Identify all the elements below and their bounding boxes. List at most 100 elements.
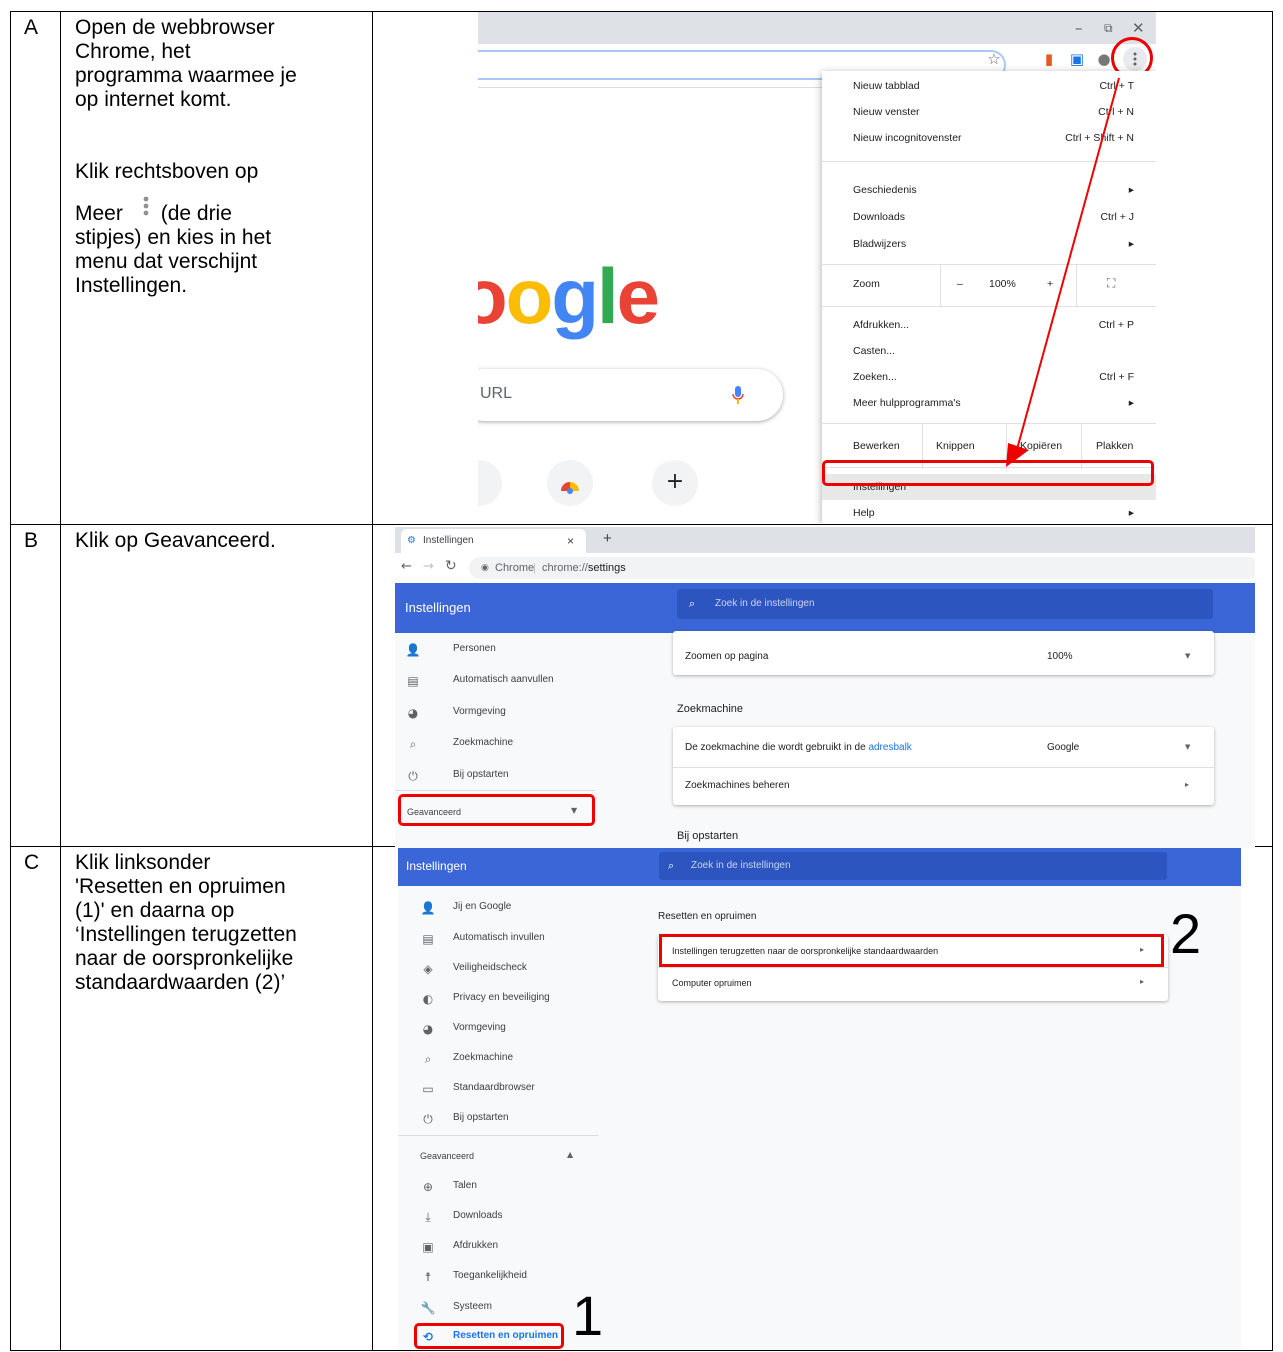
printer-icon: ▣ <box>422 1240 434 1254</box>
sidebar-advanced-toggle[interactable]: Geavanceerd ▲ <box>420 1150 580 1170</box>
sidebar-label: Zoekmachine <box>453 737 514 748</box>
sidebar-divider <box>398 1135 598 1136</box>
instr-line: op internet komt. <box>75 88 232 111</box>
sidebar-label: Bij opstarten <box>453 1112 509 1123</box>
advanced-highlight-box <box>398 794 595 826</box>
instr-line: Chrome, het <box>75 40 191 63</box>
close-tab-icon[interactable]: × <box>567 529 574 553</box>
instr-line: Klik op Geavanceerd. <box>75 529 276 552</box>
sidebar-label: Toegankelijkheid <box>453 1270 527 1281</box>
sidebar-item-search-engine[interactable]: ⌕ Zoekmachine <box>420 1052 620 1072</box>
sidebar-item-safety-check[interactable]: ◈ Veiligheidscheck <box>420 962 620 982</box>
page-title: Instellingen <box>406 859 467 873</box>
chrome-settings-screenshot-c: Instellingen ⌕ Zoek in de instellingen 👤… <box>398 848 1241 1350</box>
arrow-annotation-icon <box>1006 77 1120 467</box>
forward-icon[interactable]: → <box>423 559 434 574</box>
table-border-right <box>1272 11 1273 1351</box>
sidebar-label: Bij opstarten <box>453 769 509 780</box>
sidebar-item-autofill[interactable]: ▤ Automatisch invullen <box>420 932 620 952</box>
settings-header: Instellingen ⌕ Zoek in de instellingen <box>395 583 1255 633</box>
sidebar-item-search-engine[interactable]: ⌕ Zoekmachine <box>405 737 605 757</box>
sidebar-item-personen[interactable]: 👤 Personen <box>405 643 605 663</box>
step-letter-c: C <box>24 851 40 874</box>
more-vert-icon <box>143 196 149 216</box>
reset-nav-highlight-box <box>414 1323 564 1349</box>
sidebar-label: Systeem <box>453 1301 492 1312</box>
address-field[interactable]: ◉ Chrome | chrome://settings <box>469 557 1255 579</box>
sidebar-item-privacy[interactable]: ◐ Privacy en beveiliging <box>420 992 620 1012</box>
settings-search-input[interactable]: ⌕ Zoek in de instellingen <box>677 589 1213 619</box>
instr-line: Open de webbrowser <box>75 16 275 39</box>
sidebar-item-startup[interactable]: ⏻ Bij opstarten <box>420 1112 620 1132</box>
sidebar-label: Geavanceerd <box>420 1151 475 1161</box>
step-letter-a: A <box>24 16 39 39</box>
instr-text: Meer <box>75 202 123 225</box>
zoom-select-value[interactable]: 100% <box>1047 651 1073 662</box>
section-title-startup: Bij opstarten <box>677 830 739 842</box>
chevron-right-icon[interactable]: ▸ <box>1185 780 1189 789</box>
sidebar-label: Downloads <box>453 1210 503 1221</box>
engine-select-value[interactable]: Google <box>1047 742 1079 753</box>
instr-line: stipjes) en kies in het <box>75 226 272 249</box>
sidebar-item-appearance[interactable]: ◕ Vormgeving <box>405 706 605 726</box>
step-b-instruction: Klik op Geavanceerd. <box>75 529 365 553</box>
chevron-up-icon: ▲ <box>567 1150 574 1159</box>
table-border-col1 <box>60 11 61 1351</box>
table-border-left <box>10 11 11 1351</box>
search-icon: ⌕ <box>424 1052 432 1066</box>
dropdown-arrow-icon[interactable]: ▼ <box>1185 743 1190 751</box>
gear-icon: ⚙ <box>407 535 416 546</box>
wrench-icon: 🔧 <box>420 1301 436 1315</box>
back-icon[interactable]: ← <box>401 559 412 574</box>
instr-line: Instellingen. <box>75 274 188 297</box>
sidebar-item-printing[interactable]: ▣ Afdrukken <box>420 1240 620 1260</box>
globe-icon: ⊕ <box>422 1180 434 1194</box>
chrome-menu-screenshot: – ⧉ ✕ ☆ ▮ ▣ ● oogle URL + Nieuw tabblad C… <box>478 12 1156 523</box>
sidebar-label: Standaardbrowser <box>453 1082 535 1093</box>
instr-line: menu dat verschijnt <box>75 250 258 273</box>
instr-line: 'Resetten en opruimen <box>75 875 286 898</box>
new-tab-button[interactable]: + <box>603 530 612 547</box>
sidebar-item-startup[interactable]: ⏻ Bij opstarten <box>405 769 605 789</box>
reload-icon[interactable]: ↻ <box>445 558 457 574</box>
step-a-instruction: Open de webbrowser Chrome, het programma… <box>75 16 365 298</box>
dropdown-arrow-icon[interactable]: ▼ <box>1185 652 1190 660</box>
person-icon: 👤 <box>405 643 421 657</box>
url-prefix: chrome:// <box>542 562 588 574</box>
sidebar-item-downloads[interactable]: ⤓ Downloads <box>420 1210 620 1230</box>
instr-line: naar de oorspronkelijke <box>75 947 294 970</box>
sidebar-item-autofill[interactable]: ▤ Automatisch aanvullen <box>405 674 605 694</box>
shield-check-icon: ◈ <box>423 962 433 976</box>
instr-line: programma waarmee je <box>75 64 297 87</box>
instr-line: ‘Instellingen terugzetten <box>75 923 297 946</box>
sidebar-label: Zoekmachine <box>453 1052 514 1063</box>
sidebar-item-you-and-google[interactable]: 👤 Jij en Google <box>420 901 620 921</box>
palette-icon: ◕ <box>407 706 419 720</box>
download-icon: ⤓ <box>425 1210 431 1224</box>
sidebar-divider <box>395 790 595 791</box>
sidebar-item-default-browser[interactable]: ▭ Standaardbrowser <box>420 1082 620 1102</box>
manage-search-engines-link[interactable]: Zoekmachines beheren <box>685 780 790 791</box>
tab-settings[interactable]: ⚙ Instellingen × <box>401 529 586 553</box>
power-icon: ⏻ <box>408 769 418 783</box>
sidebar-label: Jij en Google <box>453 901 512 912</box>
zoom-card: Zoomen op pagina 100% ▼ <box>673 631 1214 675</box>
address-url: chrome://settings <box>542 557 626 579</box>
search-icon: ⌕ <box>689 597 696 610</box>
instr-line: (1)' en daarna op <box>75 899 235 922</box>
table-border-col2 <box>372 11 373 1351</box>
sidebar-item-languages[interactable]: ⊕ Talen <box>420 1180 620 1200</box>
address-toolbar: ← → ↻ ◉ Chrome | chrome://settings <box>395 553 1255 583</box>
accessibility-icon: ☨ <box>424 1270 432 1284</box>
settings-search-input[interactable]: ⌕ Zoek in de instellingen <box>659 852 1167 880</box>
chevron-right-icon[interactable]: ▸ <box>1140 977 1144 986</box>
sidebar-label: Privacy en beveiliging <box>453 992 550 1003</box>
instr-line-meer: Meer (de drie <box>75 194 365 226</box>
zoom-label: Zoomen op pagina <box>685 651 769 662</box>
sidebar-item-appearance[interactable]: ◕ Vormgeving <box>420 1022 620 1042</box>
address-bar-link[interactable]: adresbalk <box>868 742 911 753</box>
computer-cleanup-row[interactable]: Computer opruimen <box>672 978 752 988</box>
search-icon: ⌕ <box>668 859 675 872</box>
page-title: Instellingen <box>405 600 471 615</box>
tab-title: Instellingen <box>423 535 474 546</box>
